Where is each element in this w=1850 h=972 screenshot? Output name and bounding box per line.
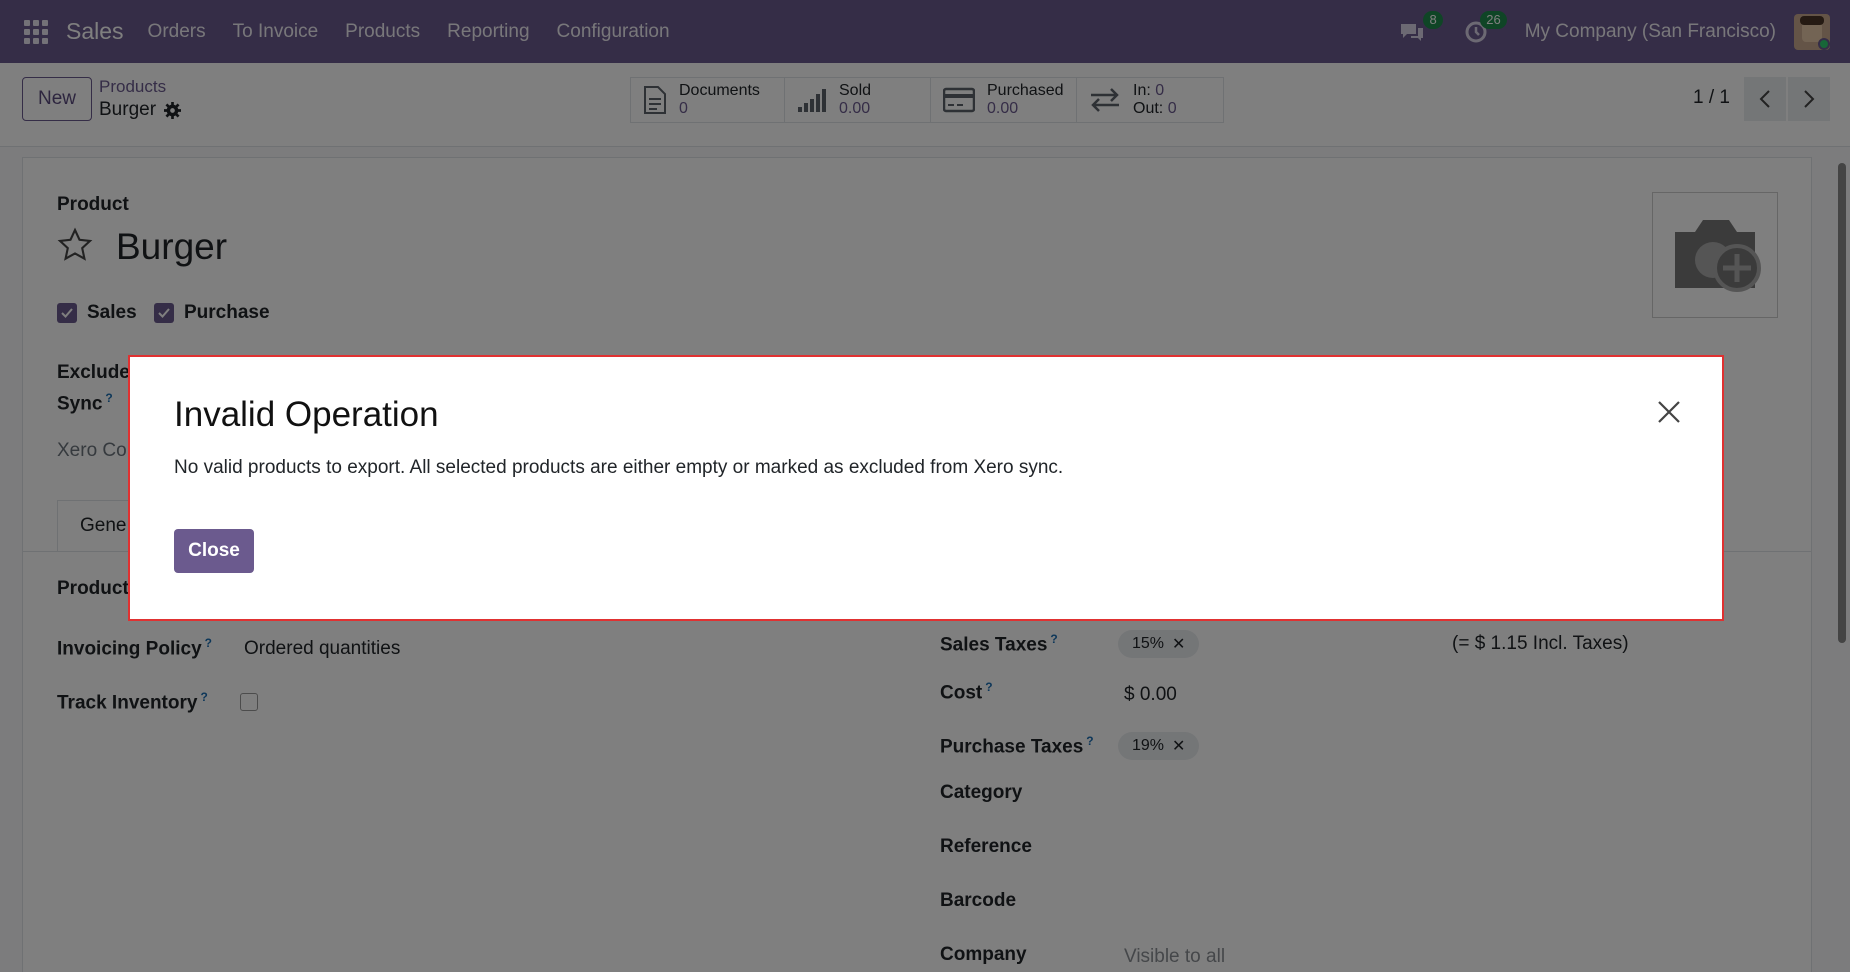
- close-button[interactable]: Close: [174, 529, 254, 573]
- close-icon[interactable]: [1654, 397, 1684, 427]
- dialog-title: Invalid Operation: [174, 395, 439, 434]
- dialog-message: No valid products to export. All selecte…: [174, 457, 1064, 478]
- invalid-operation-dialog: Invalid Operation No valid products to e…: [128, 355, 1724, 621]
